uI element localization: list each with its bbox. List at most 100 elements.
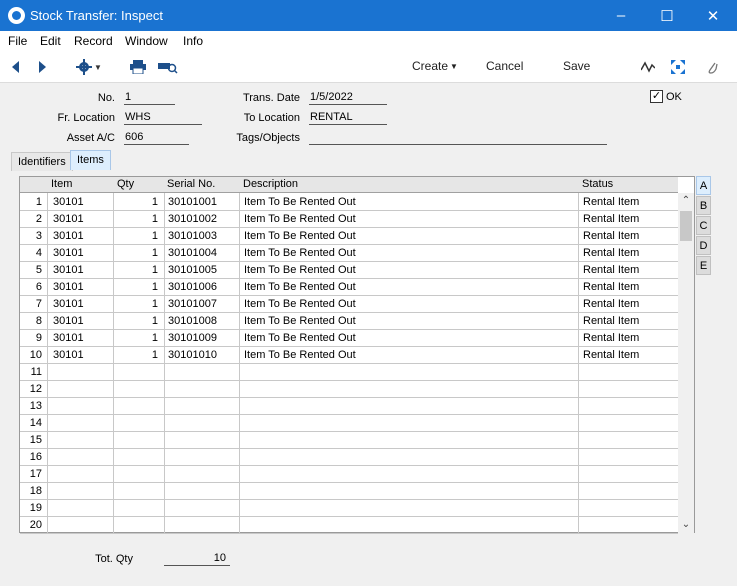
qty-cell[interactable]: 1	[115, 230, 158, 242]
table-row[interactable]: 5 30101 1 30101005 Item To Be Rented Out Rent…	[20, 262, 678, 279]
table-row[interactable]: 8 30101 1 30101008 Item To Be Rented Out Rent…	[20, 313, 678, 330]
status-cell[interactable]: Rental Item	[583, 230, 639, 242]
qty-cell[interactable]: 1	[115, 281, 158, 293]
serial-cell[interactable]: 30101008	[168, 315, 217, 327]
menu-record[interactable]: Record	[74, 34, 113, 48]
to-location-field[interactable]: RENTAL	[309, 111, 387, 125]
status-cell[interactable]: Rental Item	[583, 281, 639, 293]
description-cell[interactable]: Item To Be Rented Out	[244, 196, 356, 208]
print-icon[interactable]	[129, 57, 147, 77]
scroll-up-icon[interactable]: ⌃	[678, 193, 694, 209]
save-button[interactable]: Save	[563, 59, 590, 73]
item-cell[interactable]: 30101	[53, 298, 84, 310]
item-cell[interactable]: 30101	[53, 196, 84, 208]
status-cell[interactable]: Rental Item	[583, 196, 639, 208]
status-cell[interactable]: Rental Item	[583, 315, 639, 327]
cancel-button[interactable]: Cancel	[486, 59, 523, 73]
asset-ac-field[interactable]: 606	[124, 131, 189, 145]
forward-arrow-icon[interactable]	[35, 57, 49, 77]
table-row[interactable]: 11	[20, 364, 678, 381]
item-cell[interactable]: 30101	[53, 281, 84, 293]
serial-cell[interactable]: 30101003	[168, 230, 217, 242]
tags-objects-field[interactable]	[309, 131, 607, 145]
scroll-down-icon[interactable]: ⌄	[678, 517, 694, 533]
qty-cell[interactable]: 1	[115, 298, 158, 310]
menu-info[interactable]: Info	[183, 34, 203, 48]
serial-cell[interactable]: 30101005	[168, 264, 217, 276]
description-cell[interactable]: Item To Be Rented Out	[244, 298, 356, 310]
description-cell[interactable]: Item To Be Rented Out	[244, 230, 356, 242]
description-cell[interactable]: Item To Be Rented Out	[244, 349, 356, 361]
table-row[interactable]: 1 30101 1 30101001 Item To Be Rented Out Rent…	[20, 194, 678, 211]
status-cell[interactable]: Rental Item	[583, 264, 639, 276]
side-tab-c[interactable]: C	[696, 216, 711, 235]
description-cell[interactable]: Item To Be Rented Out	[244, 281, 356, 293]
serial-cell[interactable]: 30101006	[168, 281, 217, 293]
qty-cell[interactable]: 1	[115, 264, 158, 276]
ok-checkbox[interactable]: ✓	[650, 90, 663, 103]
qty-cell[interactable]: 1	[115, 332, 158, 344]
activity-icon[interactable]	[640, 57, 656, 77]
status-cell[interactable]: Rental Item	[583, 349, 639, 361]
table-row[interactable]: 20	[20, 517, 678, 534]
table-row[interactable]: 9 30101 1 30101009 Item To Be Rented Out Rent…	[20, 330, 678, 347]
serial-cell[interactable]: 30101007	[168, 298, 217, 310]
qty-cell[interactable]: 1	[115, 196, 158, 208]
item-cell[interactable]: 30101	[53, 349, 84, 361]
description-cell[interactable]: Item To Be Rented Out	[244, 247, 356, 259]
grid-scrollbar[interactable]: ⌃ ⌄	[678, 193, 694, 533]
table-row[interactable]: 12	[20, 381, 678, 398]
create-chevron-down-icon[interactable]: ▼	[450, 62, 458, 71]
paperclip-icon[interactable]	[704, 57, 720, 77]
scroll-thumb[interactable]	[680, 211, 692, 241]
back-arrow-icon[interactable]	[9, 57, 23, 77]
menu-file[interactable]: File	[8, 34, 27, 48]
table-row[interactable]: 16	[20, 449, 678, 466]
qty-cell[interactable]: 1	[115, 349, 158, 361]
no-field[interactable]: 1	[124, 91, 175, 105]
menu-window[interactable]: Window	[125, 34, 168, 48]
create-button[interactable]: Create	[412, 59, 448, 73]
table-row[interactable]: 19	[20, 500, 678, 517]
item-cell[interactable]: 30101	[53, 213, 84, 225]
serial-cell[interactable]: 30101010	[168, 349, 217, 361]
status-cell[interactable]: Rental Item	[583, 298, 639, 310]
table-row[interactable]: 7 30101 1 30101007 Item To Be Rented Out Rent…	[20, 296, 678, 313]
item-cell[interactable]: 30101	[53, 332, 84, 344]
status-cell[interactable]: Rental Item	[583, 213, 639, 225]
table-row[interactable]: 13	[20, 398, 678, 415]
description-cell[interactable]: Item To Be Rented Out	[244, 213, 356, 225]
table-row[interactable]: 14	[20, 415, 678, 432]
item-cell[interactable]: 30101	[53, 315, 84, 327]
status-cell[interactable]: Rental Item	[583, 332, 639, 344]
table-row[interactable]: 17	[20, 466, 678, 483]
table-row[interactable]: 2 30101 1 30101002 Item To Be Rented Out Rent…	[20, 211, 678, 228]
menu-edit[interactable]: Edit	[40, 34, 61, 48]
trans-date-field[interactable]: 1/5/2022	[309, 91, 387, 105]
serial-cell[interactable]: 30101001	[168, 196, 217, 208]
tab-identifiers[interactable]: Identifiers	[11, 152, 73, 171]
serial-cell[interactable]: 30101004	[168, 247, 217, 259]
qty-cell[interactable]: 1	[115, 247, 158, 259]
status-cell[interactable]: Rental Item	[583, 247, 639, 259]
minimize-icon[interactable]: –	[598, 0, 644, 31]
table-row[interactable]: 4 30101 1 30101004 Item To Be Rented Out Rent…	[20, 245, 678, 262]
gear-icon[interactable]: ▼	[74, 57, 104, 77]
qty-cell[interactable]: 1	[115, 315, 158, 327]
fr-location-field[interactable]: WHS	[124, 111, 202, 125]
item-cell[interactable]: 30101	[53, 247, 84, 259]
description-cell[interactable]: Item To Be Rented Out	[244, 332, 356, 344]
table-row[interactable]: 10 30101 1 30101010 Item To Be Rented Out Ren…	[20, 347, 678, 364]
expand-icon[interactable]	[670, 57, 686, 77]
description-cell[interactable]: Item To Be Rented Out	[244, 315, 356, 327]
print-preview-icon[interactable]	[157, 57, 179, 77]
table-row[interactable]: 15	[20, 432, 678, 449]
serial-cell[interactable]: 30101009	[168, 332, 217, 344]
side-tab-a[interactable]: A	[696, 176, 711, 195]
side-tab-b[interactable]: B	[696, 196, 711, 215]
table-row[interactable]: 18	[20, 483, 678, 500]
item-cell[interactable]: 30101	[53, 230, 84, 242]
item-cell[interactable]: 30101	[53, 264, 84, 276]
serial-cell[interactable]: 30101002	[168, 213, 217, 225]
table-row[interactable]: 3 30101 1 30101003 Item To Be Rented Out Rent…	[20, 228, 678, 245]
